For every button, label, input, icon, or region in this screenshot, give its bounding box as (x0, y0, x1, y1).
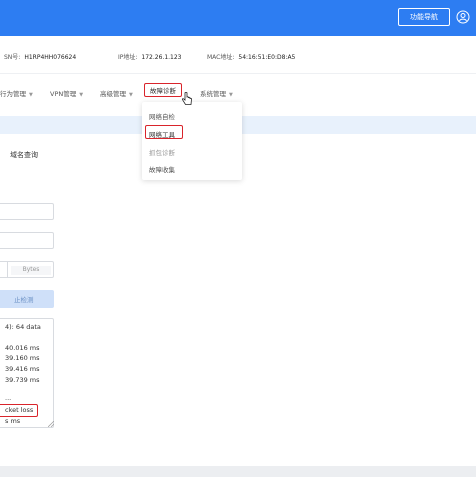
output-line: 4): 64 data (5, 323, 41, 331)
main-menu: 行为管理 ▼ VPN管理 ▼ 高级管理 ▼ 系统管理 ▼ (0, 80, 476, 100)
cursor-hand-icon (181, 92, 192, 105)
dropdown-item-packet-capture[interactable]: 抓包诊断 (149, 147, 175, 157)
menu-vpn-management[interactable]: VPN管理 ▼ (50, 88, 83, 98)
mac-info: MAC地址: 54:16:51:E0:D8:A5 (207, 52, 295, 61)
mac-label: MAC地址: (207, 54, 235, 61)
target-address-input[interactable] (0, 203, 54, 220)
menu-label: 系统管理 (200, 90, 226, 98)
output-line: ... (5, 394, 12, 402)
menu-system-management[interactable]: 系统管理 ▼ (200, 88, 233, 98)
stop-detection-button[interactable]: 止检测 (0, 290, 54, 308)
user-icon[interactable] (456, 10, 470, 24)
sn-info: SN号: H1RP4HH076624 (4, 52, 76, 61)
ip-info: IP地址: 172.26.1.123 (118, 52, 182, 61)
sn-value: H1RP4HH076624 (24, 54, 77, 61)
mac-value: 54:16:51:E0:D8:A5 (238, 54, 296, 61)
chevron-down-icon: ▼ (129, 92, 133, 98)
packet-size-input[interactable]: Bytes (0, 261, 54, 278)
fault-diagnosis-dropdown: 网络自检 网络工具 抓包诊断 故障收集 (142, 102, 242, 180)
resize-handle-icon[interactable] (48, 421, 54, 427)
dropdown-item-fault-collection[interactable]: 故障收集 (149, 164, 175, 174)
output-line: 39.739 ms (5, 376, 40, 384)
output-line: 40.016 ms (5, 344, 40, 352)
menu-label: VPN管理 (50, 90, 77, 98)
chevron-down-icon: ▼ (79, 92, 84, 98)
dropdown-item-network-selfcheck[interactable]: 网络自检 (149, 111, 175, 121)
menu-label: 高级管理 (100, 90, 126, 98)
chevron-down-icon: ▼ (29, 92, 33, 98)
menu-label: 故障诊断 (150, 87, 176, 95)
chevron-down-icon: ▼ (229, 92, 233, 98)
tab-domain-lookup[interactable]: 域名查询 (10, 150, 38, 160)
function-navigation-button[interactable]: 功能导航 (398, 8, 450, 26)
menu-advanced-management[interactable]: 高级管理 ▼ (100, 88, 133, 98)
menu-fault-diagnosis[interactable]: 故障诊断 (144, 83, 182, 97)
bytes-unit-label: Bytes (11, 266, 51, 275)
divider (7, 262, 8, 277)
sn-label: SN号: (4, 54, 21, 61)
menu-behavior-management[interactable]: 行为管理 ▼ (0, 88, 33, 98)
packet-loss-highlight-box (0, 404, 38, 417)
footer-bar (0, 466, 476, 477)
device-info-bar: SN号: H1RP4HH076624 IP地址: 172.26.1.123 MAC地… (0, 36, 476, 74)
output-line: 39.416 ms (5, 365, 40, 373)
top-header: 功能导航 (0, 0, 476, 36)
stop-button-label: 止检测 (14, 296, 34, 304)
ip-label: IP地址: (118, 54, 138, 61)
dropdown-item-network-tools[interactable]: 网络工具 (149, 129, 175, 139)
output-line: 39.160 ms (5, 354, 40, 362)
output-line: s ms (5, 417, 21, 425)
ip-value: 172.26.1.123 (141, 54, 182, 61)
count-input[interactable] (0, 232, 54, 249)
menu-label: 行为管理 (0, 90, 26, 98)
